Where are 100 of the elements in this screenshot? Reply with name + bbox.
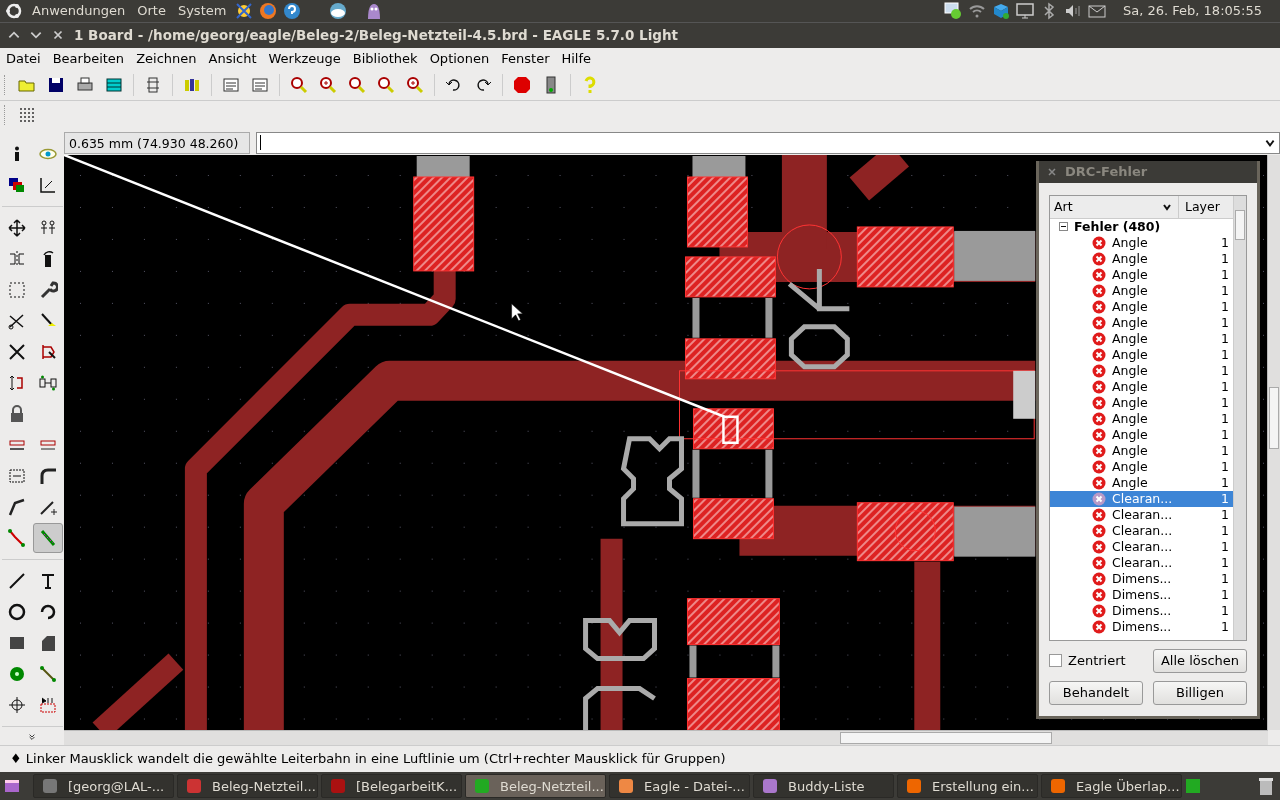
- error-row[interactable]: Clearan... 1: [1050, 538, 1233, 555]
- panel-menu[interactable]: System: [173, 3, 231, 19]
- zoom-out-icon[interactable]: [347, 74, 367, 95]
- copper-trace[interactable]: [600, 538, 623, 731]
- error-row[interactable]: Angle 1: [1050, 250, 1233, 267]
- menu-item[interactable]: Werkzeuge: [264, 51, 345, 67]
- menu-item[interactable]: Zeichnen: [132, 51, 201, 67]
- error-row[interactable]: Clearan... 1: [1050, 490, 1233, 507]
- tree-group-label[interactable]: Fehler (480): [1074, 219, 1161, 235]
- collapse-icon[interactable]: [1059, 222, 1068, 232]
- column-header[interactable]: Layer: [1179, 195, 1233, 218]
- taskbar-button[interactable]: Eagle - Datei-...: [609, 774, 750, 799]
- processed-button[interactable]: Behandelt: [1049, 680, 1143, 705]
- trash-icon[interactable]: [1258, 776, 1274, 797]
- error-row[interactable]: Angle 1: [1050, 282, 1233, 299]
- clock[interactable]: Sa, 26. Feb, 18:05:55: [1123, 3, 1262, 19]
- copper-trace[interactable]: [849, 154, 910, 201]
- error-row[interactable]: Clearan... 1: [1050, 522, 1233, 539]
- window-list-icon[interactable]: [4, 778, 20, 795]
- taskbar-button[interactable]: Erstellung ein...: [897, 774, 1038, 799]
- menu-item[interactable]: Bearbeiten: [48, 51, 129, 67]
- silkscreen-outline[interactable]: [788, 324, 850, 370]
- sun-icon[interactable]: [234, 0, 255, 21]
- error-row[interactable]: Dimens... 1: [1050, 602, 1233, 619]
- airwire-line[interactable]: [64, 154, 725, 418]
- monitor-icon[interactable]: [1015, 0, 1036, 21]
- horizontal-scrollbar[interactable]: [64, 730, 1268, 746]
- error-icon: [1092, 427, 1106, 442]
- error-row[interactable]: Angle 1: [1050, 314, 1233, 331]
- error-row[interactable]: Angle 1: [1050, 362, 1233, 379]
- zoom-redraw-icon[interactable]: [376, 74, 396, 95]
- chat-status-icon[interactable]: [943, 0, 964, 21]
- approve-button[interactable]: Billigen: [1153, 680, 1247, 705]
- drc-error-outline[interactable]: [679, 370, 1035, 440]
- error-row[interactable]: Dimens... 1: [1050, 586, 1233, 603]
- column-header[interactable]: Art: [1050, 195, 1179, 218]
- error-icon: [1092, 315, 1106, 330]
- error-row[interactable]: Angle 1: [1050, 378, 1233, 395]
- error-icon: [1092, 571, 1106, 586]
- copper-trace[interactable]: [243, 360, 1036, 731]
- error-icon: [1092, 235, 1106, 250]
- error-row[interactable]: Angle 1: [1050, 346, 1233, 363]
- pad[interactable]: [1013, 370, 1036, 419]
- error-row[interactable]: Angle 1: [1050, 442, 1233, 459]
- double-chevron-icon[interactable]: [27, 733, 37, 742]
- panel-menu[interactable]: Anwendungen: [28, 3, 130, 19]
- error-icon: [1092, 539, 1106, 554]
- zoom-select-icon[interactable]: [405, 74, 425, 95]
- centered-checkbox[interactable]: Zentriert: [1049, 653, 1126, 669]
- taskbar-button[interactable]: [BelegarbeitK...: [321, 774, 462, 799]
- menu-item[interactable]: Fenster: [497, 51, 554, 67]
- taskbar-button[interactable]: Buddy-Liste: [753, 774, 894, 799]
- menu-item[interactable]: Datei: [2, 51, 45, 67]
- selection-marker[interactable]: [722, 415, 739, 444]
- taskbar-button[interactable]: Beleg-Netzteil...: [177, 774, 318, 799]
- error-icon: [1092, 491, 1106, 506]
- scrollbar[interactable]: [1233, 195, 1246, 640]
- error-icon: [1092, 459, 1106, 474]
- pad[interactable]: [954, 230, 1036, 281]
- error-row[interactable]: Angle 1: [1050, 458, 1233, 475]
- error-row[interactable]: Angle 1: [1050, 410, 1233, 427]
- error-row[interactable]: Angle 1: [1050, 298, 1233, 315]
- app-icon: [906, 778, 922, 795]
- help-circle-icon[interactable]: [282, 0, 303, 21]
- error-row[interactable]: Angle 1: [1050, 394, 1233, 411]
- menu-item[interactable]: Optionen: [425, 51, 494, 67]
- menu-item[interactable]: Ansicht: [204, 51, 261, 67]
- app-icon: [42, 778, 58, 795]
- zoom-in-icon[interactable]: [318, 74, 338, 95]
- workspace-icon[interactable]: [1185, 778, 1201, 795]
- error-row[interactable]: Dimens... 1: [1050, 618, 1233, 635]
- globe-icon[interactable]: [258, 0, 279, 21]
- vertical-scrollbar[interactable]: [1267, 154, 1280, 731]
- stop-icon[interactable]: [512, 74, 532, 95]
- drc-error-circle[interactable]: [776, 224, 842, 290]
- silkscreen-outline[interactable]: [620, 436, 684, 527]
- close-icon[interactable]: [1047, 166, 1057, 177]
- command-field[interactable]: [256, 131, 1280, 154]
- zoom-fit-icon[interactable]: [289, 74, 309, 95]
- menu-item[interactable]: Bibliothek: [348, 51, 422, 67]
- taskbar-button[interactable]: Eagle Überlap...: [1041, 774, 1182, 799]
- error-row[interactable]: Angle 1: [1050, 426, 1233, 443]
- error-row[interactable]: Angle 1: [1050, 474, 1233, 491]
- panel-menu[interactable]: Orte: [133, 3, 170, 19]
- error-row[interactable]: Clearan... 1: [1050, 554, 1233, 571]
- taskbar-button[interactable]: Beleg-Netzteil...: [465, 774, 606, 799]
- error-row[interactable]: Angle 1: [1050, 266, 1233, 283]
- taskbar-button[interactable]: [georg@LAL-...: [33, 774, 174, 799]
- error-row[interactable]: Dimens... 1: [1050, 570, 1233, 587]
- clear-all-button[interactable]: Alle löschen: [1153, 648, 1247, 673]
- ripup-icon[interactable]: [32, 523, 63, 554]
- silkscreen-outline[interactable]: [583, 685, 656, 731]
- error-row[interactable]: Angle 1: [1050, 234, 1233, 251]
- error-icon: [1092, 555, 1106, 570]
- silkscreen-outline[interactable]: [786, 266, 852, 312]
- menu-item[interactable]: Hilfe: [557, 51, 596, 67]
- error-row[interactable]: Angle 1: [1050, 330, 1233, 347]
- error-row[interactable]: Clearan... 1: [1050, 506, 1233, 523]
- pad[interactable]: [692, 155, 746, 178]
- silkscreen-outline[interactable]: [583, 617, 657, 661]
